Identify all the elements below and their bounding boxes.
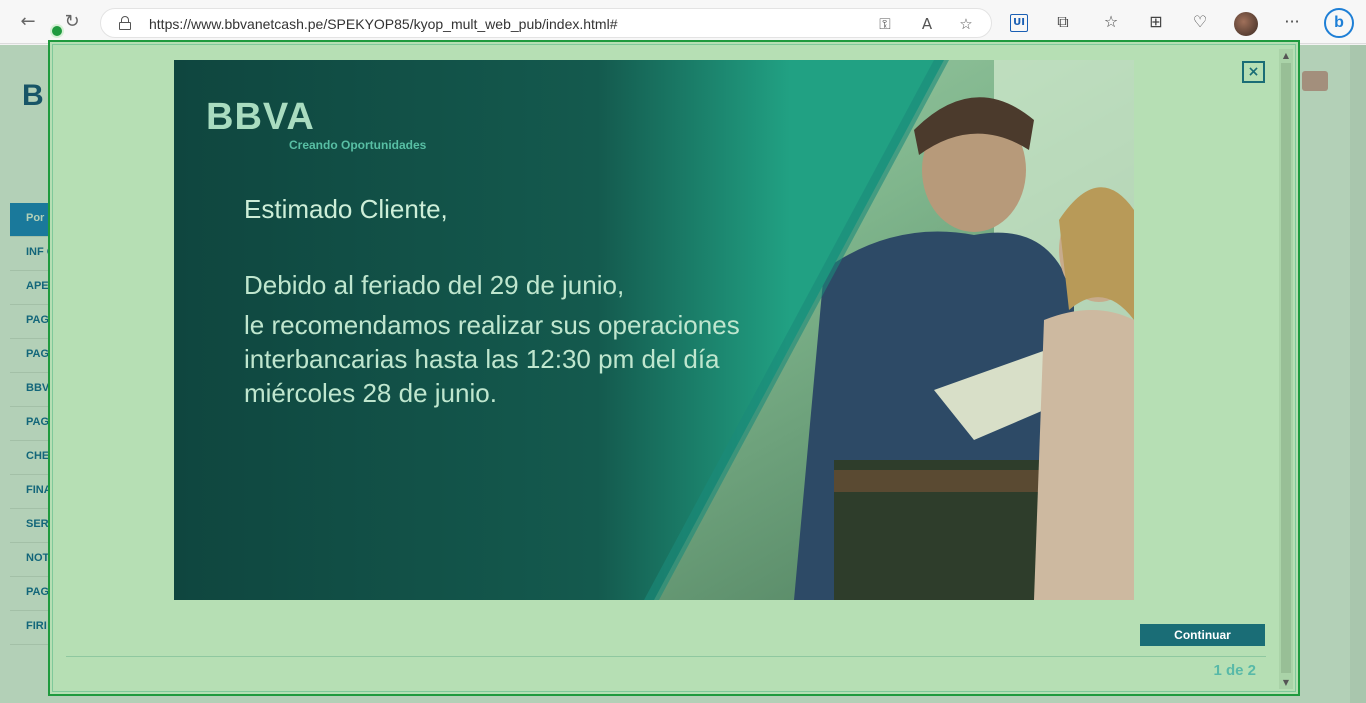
extension-badge-icon xyxy=(50,24,64,38)
page-indicator: 1 de 2 xyxy=(1213,662,1256,679)
announcement-message: Debido al feriado del 29 de junio, le re… xyxy=(244,268,804,410)
message-body: le recomendamos realizar sus operaciones… xyxy=(244,310,740,408)
address-bar[interactable]: https://www.bbvanetcash.pe/SPEKYOP85/kyo… xyxy=(100,8,992,38)
extensions-icon[interactable]: ⧉ xyxy=(1052,11,1074,33)
scroll-up-arrow-icon[interactable]: ▲ xyxy=(1281,51,1291,60)
favorite-star-icon[interactable]: ☆ xyxy=(956,14,976,34)
browser-toolbar: ← ↻ https://www.bbvanetcash.pe/SPEKYOP85… xyxy=(0,0,1366,44)
bbva-logo: BBVA xyxy=(206,96,315,138)
url-text[interactable]: https://www.bbvanetcash.pe/SPEKYOP85/kyo… xyxy=(149,16,618,32)
message-line-1: Debido al feriado del 29 de junio, xyxy=(244,270,625,300)
health-icon[interactable]: ♡ xyxy=(1189,11,1211,33)
read-aloud-icon[interactable]: A xyxy=(917,14,937,34)
scrollbar-thumb[interactable] xyxy=(1281,63,1291,673)
ui-extension-icon[interactable]: UI xyxy=(1010,14,1028,32)
lock-icon[interactable] xyxy=(119,16,131,30)
announcement-banner: BBVA Creando Oportunidades Estimado Clie… xyxy=(174,60,1134,600)
greeting-text: Estimado Cliente, xyxy=(244,194,448,224)
continue-button[interactable]: Continuar xyxy=(1140,624,1265,646)
profile-avatar[interactable] xyxy=(1234,12,1258,36)
close-icon[interactable]: × xyxy=(1242,61,1265,83)
back-arrow-icon[interactable]: ← xyxy=(16,10,40,34)
modal-scrollbar[interactable]: ▲ ▼ xyxy=(1279,49,1293,689)
favorites-icon[interactable]: ☆ xyxy=(1100,11,1122,33)
more-icon[interactable]: ··· xyxy=(1281,11,1303,33)
scroll-down-arrow-icon[interactable]: ▼ xyxy=(1281,678,1291,687)
collections-icon[interactable]: ⊞ xyxy=(1145,11,1167,33)
key-icon[interactable]: ⚿ xyxy=(875,14,895,34)
brand-tagline: Creando Oportunidades xyxy=(289,138,427,152)
modal-divider xyxy=(66,656,1266,657)
bing-icon[interactable]: b xyxy=(1324,8,1354,38)
